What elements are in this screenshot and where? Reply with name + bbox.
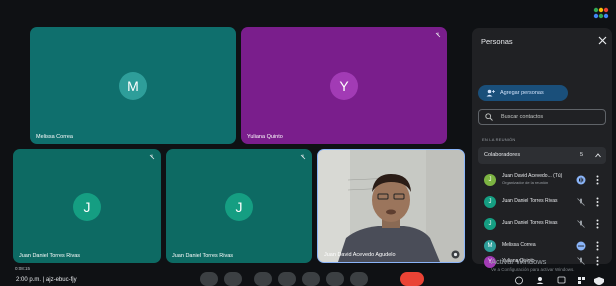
panel-title: Personas bbox=[481, 37, 513, 46]
raise-hand-button[interactable] bbox=[326, 272, 344, 286]
host-controls-icon bbox=[594, 277, 604, 285]
mic-off-icon bbox=[577, 257, 585, 265]
activate-windows-subtitle: Ve a Configuración para activar Windows. bbox=[491, 267, 575, 272]
mic-off-icon bbox=[577, 220, 585, 228]
mic-button[interactable] bbox=[200, 272, 218, 286]
avatar: M bbox=[484, 240, 496, 252]
activate-windows-title: Activar Windows bbox=[491, 257, 547, 266]
camera-feed bbox=[318, 150, 464, 262]
tile-melissa[interactable]: M Melissa Correa bbox=[30, 27, 236, 144]
avatar: M bbox=[119, 72, 147, 100]
meeting-code: 2:00 p.m. | ajz-ebuc-fjy bbox=[16, 277, 77, 283]
tile-camera-juan-david[interactable]: Juan David Acevedo Agudelo bbox=[317, 149, 465, 263]
participant-name: Juan David Acevedo Agudelo bbox=[324, 252, 396, 258]
tile-juan-daniel-1[interactable]: J Juan Daniel Torres Rivas bbox=[13, 149, 161, 263]
chevron-up-icon bbox=[595, 153, 601, 158]
more-vert-icon[interactable] bbox=[596, 219, 599, 229]
more-vert-icon[interactable] bbox=[596, 256, 599, 266]
avatar: J bbox=[484, 218, 496, 230]
elapsed-time: 0:08:15 bbox=[15, 266, 31, 271]
call-controls bbox=[200, 270, 432, 286]
more-vert-icon[interactable] bbox=[596, 241, 599, 251]
participant-name: Juan Daniel Torres Rivas bbox=[19, 253, 81, 259]
reactions-button[interactable] bbox=[278, 272, 296, 286]
person-role: Organizador de la reunión bbox=[502, 180, 549, 185]
person-name: Juan Daniel Torres Rivas bbox=[502, 198, 558, 204]
mic-off-icon bbox=[577, 198, 585, 206]
more-vert-icon[interactable] bbox=[596, 197, 599, 207]
avatar: Y bbox=[330, 72, 358, 100]
more-options-button[interactable] bbox=[350, 272, 368, 286]
participant-name: Juan Daniel Torres Rivas bbox=[172, 253, 234, 259]
collaborators-group[interactable]: Colaboradores 5 bbox=[478, 147, 606, 164]
apps-logo-icon[interactable] bbox=[592, 6, 610, 20]
list-item[interactable]: J Juan Daniel Torres Rivas bbox=[472, 192, 612, 212]
add-people-button[interactable]: Agregar personas bbox=[478, 85, 568, 101]
search-contacts-input[interactable]: Buscar contactos bbox=[478, 109, 606, 125]
tile-yuliana[interactable]: Y Yuliana Quinto bbox=[241, 27, 447, 144]
list-item[interactable]: J Juan Daniel Torres Rivas bbox=[472, 214, 612, 234]
add-people-label: Agregar personas bbox=[500, 90, 544, 96]
speaking-icon bbox=[576, 175, 586, 185]
mic-off-icon bbox=[435, 32, 441, 38]
participant-name: Melissa Correa bbox=[36, 134, 73, 140]
tile-juan-daniel-2[interactable]: J Juan Daniel Torres Rivas bbox=[166, 149, 312, 263]
section-label: EN LA REUNIÓN bbox=[482, 137, 516, 142]
search-placeholder: Buscar contactos bbox=[501, 114, 544, 120]
close-icon[interactable] bbox=[598, 36, 607, 45]
mic-off-icon bbox=[300, 154, 306, 160]
person-name: Juan Daniel Torres Rivas bbox=[502, 220, 558, 226]
avatar: J bbox=[484, 174, 496, 186]
avatar: J bbox=[484, 196, 496, 208]
more-vert-icon[interactable] bbox=[596, 175, 599, 185]
avatar: J bbox=[225, 193, 253, 221]
participant-name: Yuliana Quinto bbox=[247, 134, 283, 140]
avatar: J bbox=[73, 193, 101, 221]
group-label: Colaboradores bbox=[484, 152, 521, 158]
person-name: Juan David Acevedo... (Tú) bbox=[502, 173, 563, 179]
captions-button[interactable] bbox=[254, 272, 272, 286]
mic-off-icon bbox=[149, 154, 155, 160]
more-options-icon[interactable] bbox=[451, 250, 460, 259]
list-item[interactable]: J Juan David Acevedo... (Tú) Organizador… bbox=[472, 170, 612, 190]
search-icon bbox=[485, 113, 493, 121]
chat-icon bbox=[557, 276, 566, 284]
side-toolbar-icons bbox=[515, 276, 604, 285]
present-button[interactable] bbox=[302, 272, 320, 286]
person-name: Melissa Correa bbox=[502, 242, 536, 248]
speaking-dots-icon bbox=[576, 241, 586, 251]
people-icon bbox=[536, 277, 544, 284]
camera-button[interactable] bbox=[224, 272, 242, 286]
group-count: 5 bbox=[580, 152, 584, 158]
end-call-button[interactable] bbox=[400, 272, 424, 286]
activities-icon bbox=[578, 277, 585, 284]
add-person-icon bbox=[486, 89, 495, 97]
people-panel: Personas Agregar personas Buscar contact… bbox=[472, 28, 612, 268]
info-icon bbox=[515, 276, 523, 285]
list-item[interactable]: M Melissa Correa bbox=[472, 236, 612, 256]
